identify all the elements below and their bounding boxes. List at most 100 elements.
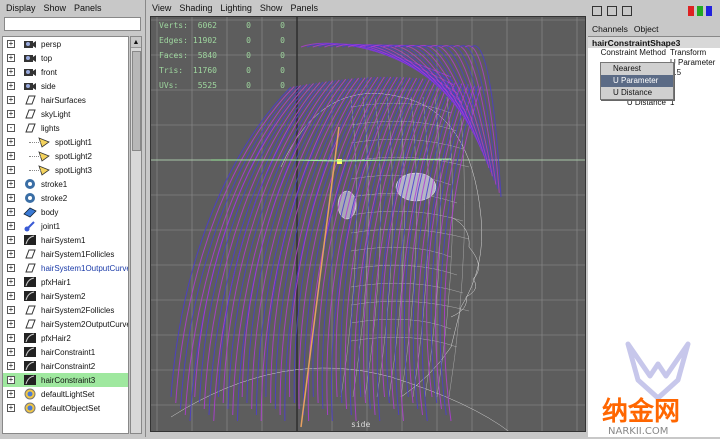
menu-panels[interactable]: Panels bbox=[290, 3, 318, 13]
outliner-item[interactable]: + skyLight bbox=[3, 107, 128, 121]
outliner-item[interactable]: + hairSystem1 bbox=[3, 233, 128, 247]
expand-toggle-icon[interactable]: + bbox=[7, 306, 15, 314]
expand-toggle-icon[interactable]: + bbox=[7, 68, 15, 76]
hud-value: 0 bbox=[280, 21, 285, 30]
menu-show[interactable]: Show bbox=[44, 3, 67, 13]
outliner-item[interactable]: + spotLight3 bbox=[3, 163, 128, 177]
outliner-item[interactable]: + hairConstraint3 bbox=[3, 373, 128, 387]
outliner-item[interactable]: + side bbox=[3, 79, 128, 93]
expand-toggle-icon[interactable]: + bbox=[7, 54, 15, 62]
expand-toggle-icon[interactable]: + bbox=[7, 180, 15, 188]
expand-toggle-icon[interactable]: + bbox=[7, 138, 15, 146]
outliner-item[interactable]: + defaultLightSet bbox=[3, 387, 128, 401]
mesh-line bbox=[350, 300, 470, 312]
expand-toggle-icon[interactable]: + bbox=[7, 222, 15, 230]
menu-lighting[interactable]: Lighting bbox=[220, 3, 252, 13]
outliner-item[interactable]: + hairSystem1OutputCurves bbox=[3, 261, 128, 275]
3d-viewport[interactable]: side Verts: 6062 0 0 Edges: 11902 0 0 Faces: 5840… bbox=[150, 16, 586, 432]
expand-toggle-icon[interactable]: - bbox=[7, 124, 15, 132]
expand-toggle-icon[interactable]: + bbox=[7, 334, 15, 342]
constraint-method-dropdown[interactable]: Nearest U Parameter U Distance bbox=[600, 62, 674, 100]
dropdown-option[interactable]: Nearest bbox=[601, 63, 673, 75]
outliner-item[interactable]: + hairSystem1Follicles bbox=[3, 247, 128, 261]
attribute-value[interactable]: 1 bbox=[670, 98, 720, 108]
menu-view[interactable]: View bbox=[152, 3, 171, 13]
dropdown-option[interactable]: U Distance bbox=[601, 87, 673, 99]
channel-list-icon[interactable] bbox=[592, 6, 602, 16]
attribute-value[interactable]: Transform bbox=[670, 48, 720, 58]
camera-label: side bbox=[351, 420, 370, 429]
attribute-value[interactable]: 0.5 bbox=[670, 68, 720, 78]
menu-show[interactable]: Show bbox=[260, 3, 283, 13]
expand-toggle-icon[interactable]: + bbox=[7, 362, 15, 370]
layer-list-icon[interactable] bbox=[607, 6, 617, 16]
outliner-filter-field[interactable] bbox=[4, 17, 141, 31]
outliner-item[interactable]: + hairSystem2OutputCurves bbox=[3, 317, 128, 331]
attribute-name: Constraint Method bbox=[600, 48, 666, 57]
scroll-thumb[interactable] bbox=[132, 51, 141, 151]
hud-key: Edges: bbox=[159, 36, 188, 45]
joint-icon bbox=[23, 220, 37, 232]
scroll-up-icon[interactable]: ▲ bbox=[131, 37, 141, 48]
expand-toggle-icon[interactable]: + bbox=[7, 194, 15, 202]
expand-toggle-icon[interactable]: + bbox=[7, 292, 15, 300]
camera-icon bbox=[23, 52, 37, 64]
mesh-icon bbox=[23, 206, 37, 218]
menu-display[interactable]: Display bbox=[6, 3, 36, 13]
outliner-item[interactable]: + top bbox=[3, 51, 128, 65]
outliner-item[interactable]: + hairSurfaces bbox=[3, 93, 128, 107]
outliner-item[interactable]: + spotLight1 bbox=[3, 135, 128, 149]
blue-swatch-icon[interactable] bbox=[706, 6, 712, 16]
attribute-row[interactable]: Constraint Method Transform bbox=[588, 48, 720, 58]
hair-system-icon bbox=[23, 360, 37, 372]
attribute-list-icon[interactable] bbox=[622, 6, 632, 16]
outliner-item[interactable]: + hairSystem2Follicles bbox=[3, 303, 128, 317]
expand-toggle-icon[interactable]: + bbox=[7, 390, 15, 398]
outliner-panel: Display Show Panels + persp + top + front + sid… bbox=[0, 0, 146, 437]
outliner-item[interactable]: + defaultObjectSet bbox=[3, 401, 128, 415]
expand-toggle-icon[interactable]: + bbox=[7, 40, 15, 48]
menu-panels[interactable]: Panels bbox=[74, 3, 102, 13]
expand-toggle-icon[interactable]: + bbox=[7, 264, 15, 272]
outliner-item[interactable]: + persp bbox=[3, 37, 128, 51]
tab-channels[interactable]: Channels bbox=[592, 24, 628, 34]
outliner-item[interactable]: + front bbox=[3, 65, 128, 79]
outliner-item[interactable]: + hairConstraint2 bbox=[3, 359, 128, 373]
outliner-item[interactable]: + pfxHair1 bbox=[3, 275, 128, 289]
menu-shading[interactable]: Shading bbox=[179, 3, 212, 13]
stroke-icon bbox=[23, 192, 37, 204]
outliner-item[interactable]: + spotLight2 bbox=[3, 149, 128, 163]
expand-toggle-icon[interactable]: + bbox=[7, 404, 15, 412]
transform-icon bbox=[23, 248, 37, 260]
expand-toggle-icon[interactable]: + bbox=[7, 348, 15, 356]
attribute-value[interactable]: U Parameter bbox=[670, 58, 720, 68]
expand-toggle-icon[interactable]: + bbox=[7, 110, 15, 118]
expand-toggle-icon[interactable]: + bbox=[7, 208, 15, 216]
expand-toggle-icon[interactable]: + bbox=[7, 320, 15, 328]
expand-toggle-icon[interactable]: + bbox=[7, 82, 15, 90]
attribute-value[interactable]: 1 bbox=[670, 78, 720, 88]
expand-toggle-icon[interactable]: + bbox=[7, 166, 15, 174]
outliner-item[interactable]: + hairSystem2 bbox=[3, 289, 128, 303]
expand-toggle-icon[interactable]: + bbox=[7, 278, 15, 286]
outliner-item[interactable]: + joint1 bbox=[3, 219, 128, 233]
attribute-value[interactable]: 1 bbox=[670, 88, 720, 98]
outliner-item[interactable]: + hairConstraint1 bbox=[3, 345, 128, 359]
outliner-item[interactable]: + stroke1 bbox=[3, 177, 128, 191]
expand-toggle-icon[interactable]: + bbox=[7, 376, 15, 384]
outliner-item[interactable]: + stroke2 bbox=[3, 191, 128, 205]
expand-toggle-icon[interactable]: + bbox=[7, 250, 15, 258]
red-swatch-icon[interactable] bbox=[688, 6, 694, 16]
hud-row: Edges: 11902 0 0 bbox=[159, 36, 285, 45]
constraint-locator[interactable] bbox=[337, 159, 342, 164]
outliner-item[interactable]: + pfxHair2 bbox=[3, 331, 128, 345]
outliner-item[interactable]: + body bbox=[3, 205, 128, 219]
expand-toggle-icon[interactable]: + bbox=[7, 152, 15, 160]
outliner-scrollbar[interactable]: ▲ bbox=[130, 36, 142, 434]
expand-toggle-icon[interactable]: + bbox=[7, 96, 15, 104]
outliner-item[interactable]: - lights bbox=[3, 121, 128, 135]
expand-toggle-icon[interactable]: + bbox=[7, 236, 15, 244]
tab-object[interactable]: Object bbox=[634, 24, 659, 34]
dropdown-option[interactable]: U Parameter bbox=[601, 75, 673, 87]
green-swatch-icon[interactable] bbox=[697, 6, 703, 16]
